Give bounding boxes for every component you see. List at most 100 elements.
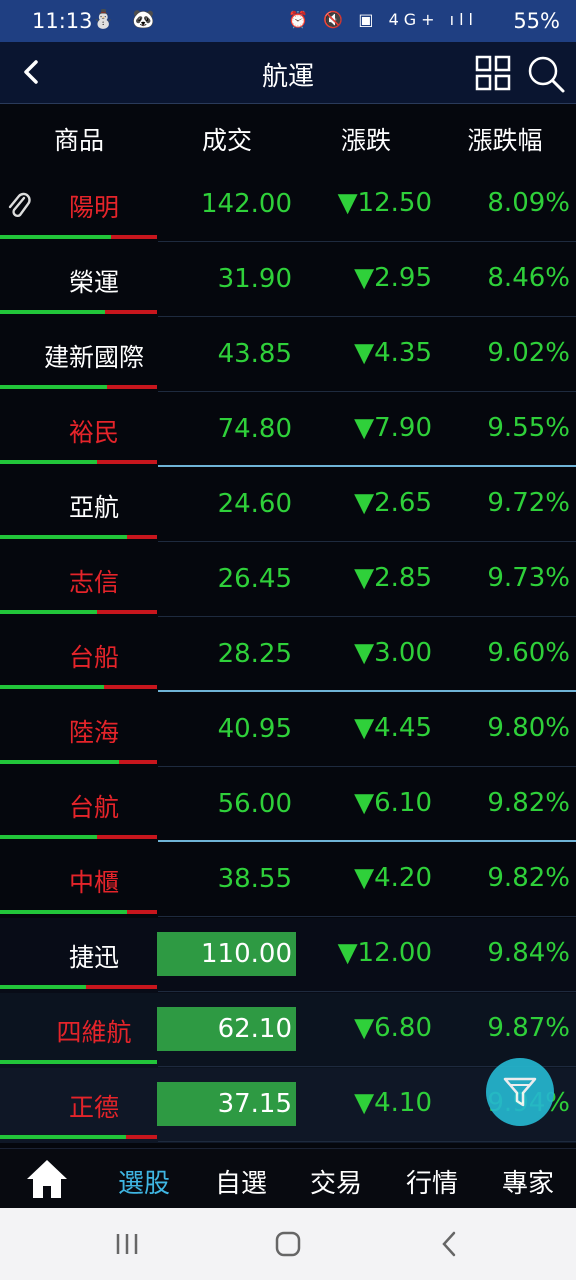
- stock-change-percent: 8.09%: [487, 188, 570, 218]
- tab-stock-picking[interactable]: 選股: [96, 1163, 192, 1200]
- stock-list: 陽明 142.00 ▼12.50 8.09% 榮運 31.90 ▼2.95 8.46% 建新國際…: [0, 168, 576, 1148]
- stock-price: 40.95: [217, 714, 292, 744]
- tab-trade[interactable]: 交易: [288, 1163, 384, 1200]
- grid-icon: [475, 55, 511, 91]
- volume-bar-buy: [0, 760, 119, 764]
- stock-change: ▼4.35: [354, 338, 432, 368]
- stock-change-percent: 9.55%: [487, 413, 570, 443]
- column-header-change[interactable]: 漲跌: [301, 121, 431, 157]
- search-button[interactable]: [526, 54, 566, 94]
- stock-name: 正德: [68, 1093, 119, 1122]
- table-row[interactable]: 志信 26.45 ▼2.85 9.73%: [0, 543, 576, 618]
- table-row[interactable]: 台船 28.25 ▼3.00 9.60%: [0, 618, 576, 693]
- table-row[interactable]: 榮運 31.90 ▼2.95 8.46%: [0, 243, 576, 318]
- paperclip-icon[interactable]: [6, 190, 32, 220]
- volume-bar-sell: [126, 1135, 157, 1139]
- volume-bar-sell: [127, 910, 157, 914]
- system-status-icons: ⏰ 🔇 ▣ 4G+ ıll: [288, 10, 478, 29]
- stock-name: 捷迅: [68, 943, 119, 972]
- stock-name: 陽明: [68, 193, 119, 222]
- tab-quotes[interactable]: 行情: [384, 1163, 480, 1200]
- volume-bar-buy: [0, 310, 105, 314]
- column-header-change-percent[interactable]: 漲跌幅: [440, 121, 570, 157]
- stock-change: ▼2.95: [354, 263, 432, 293]
- stock-change-percent: 8.46%: [487, 263, 570, 293]
- grid-view-button[interactable]: [474, 54, 512, 92]
- column-header-product[interactable]: 商品: [14, 121, 144, 157]
- volume-bar-buy: [0, 1135, 126, 1139]
- volume-bar-buy: [0, 1060, 157, 1064]
- filter-button[interactable]: [486, 1058, 554, 1126]
- filter-icon: [503, 1077, 537, 1107]
- stock-change: ▼2.85: [354, 563, 432, 593]
- stock-name: 志信: [68, 568, 119, 597]
- volume-bar-sell: [97, 460, 157, 464]
- volume-bar-buy: [0, 385, 107, 389]
- stock-price: 31.90: [217, 264, 292, 294]
- stock-change: ▼12.50: [337, 188, 432, 218]
- table-row[interactable]: 亞航 24.60 ▼2.65 9.72%: [0, 468, 576, 543]
- stock-name: 陸海: [68, 718, 119, 747]
- system-nav-bar: [0, 1208, 576, 1280]
- tab-experts[interactable]: 專家: [480, 1163, 576, 1200]
- volume-bar-sell: [119, 760, 157, 764]
- stock-change-percent: 9.80%: [487, 713, 570, 743]
- stock-change: ▼4.20: [354, 863, 432, 893]
- volume-bar-sell: [127, 535, 157, 539]
- volume-bar-buy: [0, 835, 97, 839]
- row-divider: [158, 465, 576, 467]
- row-divider: [158, 766, 576, 767]
- table-row[interactable]: 中櫃 38.55 ▼4.20 9.82%: [0, 843, 576, 918]
- stock-change: ▼4.45: [354, 713, 432, 743]
- stock-change-percent: 9.73%: [487, 563, 570, 593]
- back-system-button[interactable]: [430, 1228, 470, 1260]
- table-row[interactable]: 捷迅 110.00 ▼12.00 9.84%: [0, 918, 576, 993]
- stock-price: 24.60: [217, 489, 292, 519]
- table-row[interactable]: 裕民 74.80 ▼7.90 9.55%: [0, 393, 576, 468]
- row-divider: [158, 616, 576, 617]
- tab-watchlist[interactable]: 自選: [193, 1163, 289, 1200]
- table-header: 商品 成交 漲跌 漲跌幅: [0, 104, 576, 168]
- status-bar: 11:13 ⛄ 🐼 ⏰ 🔇 ▣ 4G+ ıll 55%: [0, 0, 576, 42]
- status-time: 11:13: [32, 9, 93, 33]
- home-system-button[interactable]: [268, 1228, 308, 1260]
- recent-apps-button[interactable]: [108, 1228, 148, 1260]
- row-divider: [158, 690, 576, 692]
- stock-price: 74.80: [217, 414, 292, 444]
- row-divider: [158, 991, 576, 992]
- stock-price: 110.00: [157, 932, 296, 976]
- volume-bar-buy: [0, 985, 86, 989]
- volume-bar-buy: [0, 460, 97, 464]
- table-row[interactable]: 陽明 142.00 ▼12.50 8.09%: [0, 168, 576, 243]
- stock-name: 台船: [68, 643, 119, 672]
- stock-change: ▼12.00: [337, 938, 432, 968]
- row-divider: [158, 316, 576, 317]
- stock-price: 43.85: [217, 339, 292, 369]
- stock-change-percent: 9.87%: [487, 1013, 570, 1043]
- stock-change-percent: 9.02%: [487, 338, 570, 368]
- stock-change-percent: 9.60%: [487, 638, 570, 668]
- volume-bar-sell: [107, 385, 157, 389]
- stock-price: 62.10: [157, 1007, 296, 1051]
- table-row[interactable]: 台航 56.00 ▼6.10 9.82%: [0, 768, 576, 843]
- bottom-nav: 選股 自選 交易 行情 專家: [0, 1148, 576, 1208]
- stock-change-percent: 9.84%: [487, 938, 570, 968]
- home-button[interactable]: [24, 1157, 70, 1201]
- stock-name: 裕民: [68, 418, 119, 447]
- column-header-price[interactable]: 成交: [162, 121, 292, 157]
- volume-bar-buy: [0, 610, 97, 614]
- stock-change-percent: 9.72%: [487, 488, 570, 518]
- volume-bar-buy: [0, 685, 104, 689]
- table-row[interactable]: 陸海 40.95 ▼4.45 9.80%: [0, 693, 576, 768]
- row-divider: [158, 541, 576, 542]
- table-row[interactable]: 建新國際 43.85 ▼4.35 9.02%: [0, 318, 576, 393]
- stock-price: 37.15: [157, 1082, 296, 1126]
- back-arrow-icon: [442, 1231, 456, 1257]
- battery-level: 55%: [513, 9, 560, 33]
- stock-price: 56.00: [217, 789, 292, 819]
- row-divider: [158, 916, 576, 917]
- recent-apps-icon: [116, 1234, 138, 1254]
- table-row[interactable]: 四維航 62.10 ▼6.80 9.87%: [0, 993, 576, 1068]
- volume-bar-buy: [0, 235, 111, 239]
- volume-bar-sell: [104, 685, 157, 689]
